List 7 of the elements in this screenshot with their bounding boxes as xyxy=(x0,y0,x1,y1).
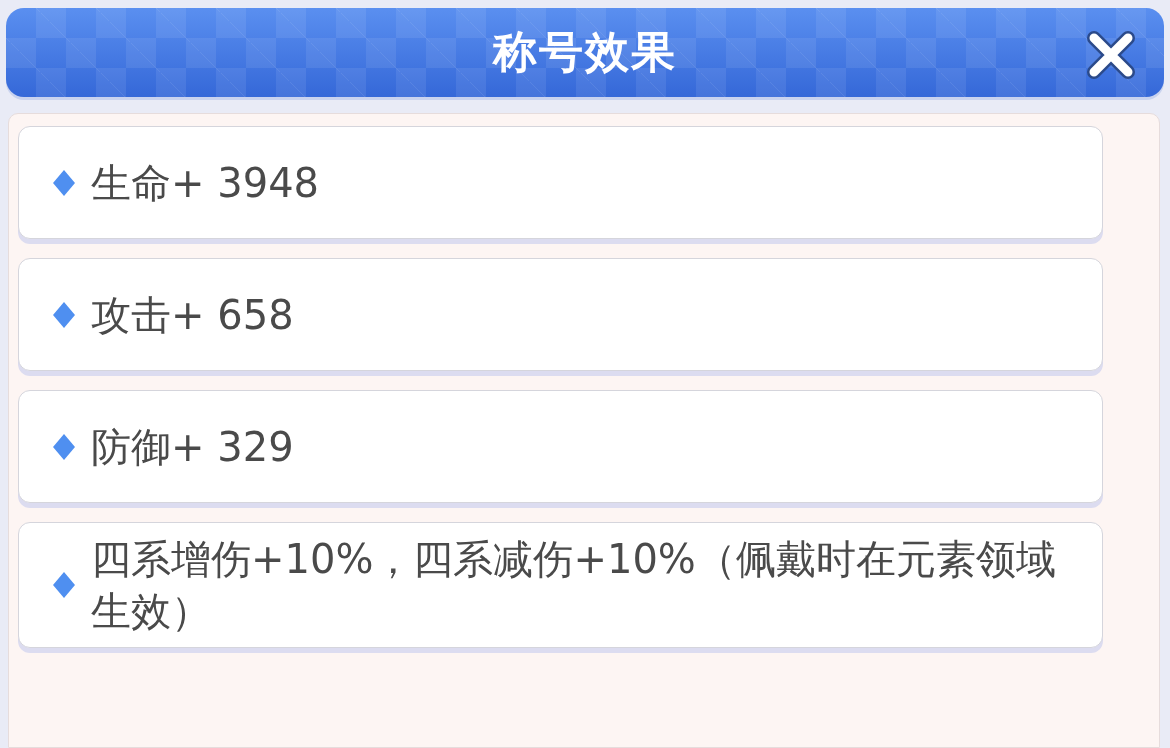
dialog-title: 称号效果 xyxy=(493,25,677,79)
effect-text: 防御+ 329 xyxy=(91,422,294,472)
close-icon[interactable] xyxy=(1084,28,1138,82)
effect-text: 四系增伤+10%，四系减伤+10%（佩戴时在元素领域生效） xyxy=(91,535,1057,636)
effect-text: 生命+ 3948 xyxy=(91,158,320,208)
diamond-icon xyxy=(51,570,77,600)
effect-text: 攻击+ 658 xyxy=(91,290,294,340)
